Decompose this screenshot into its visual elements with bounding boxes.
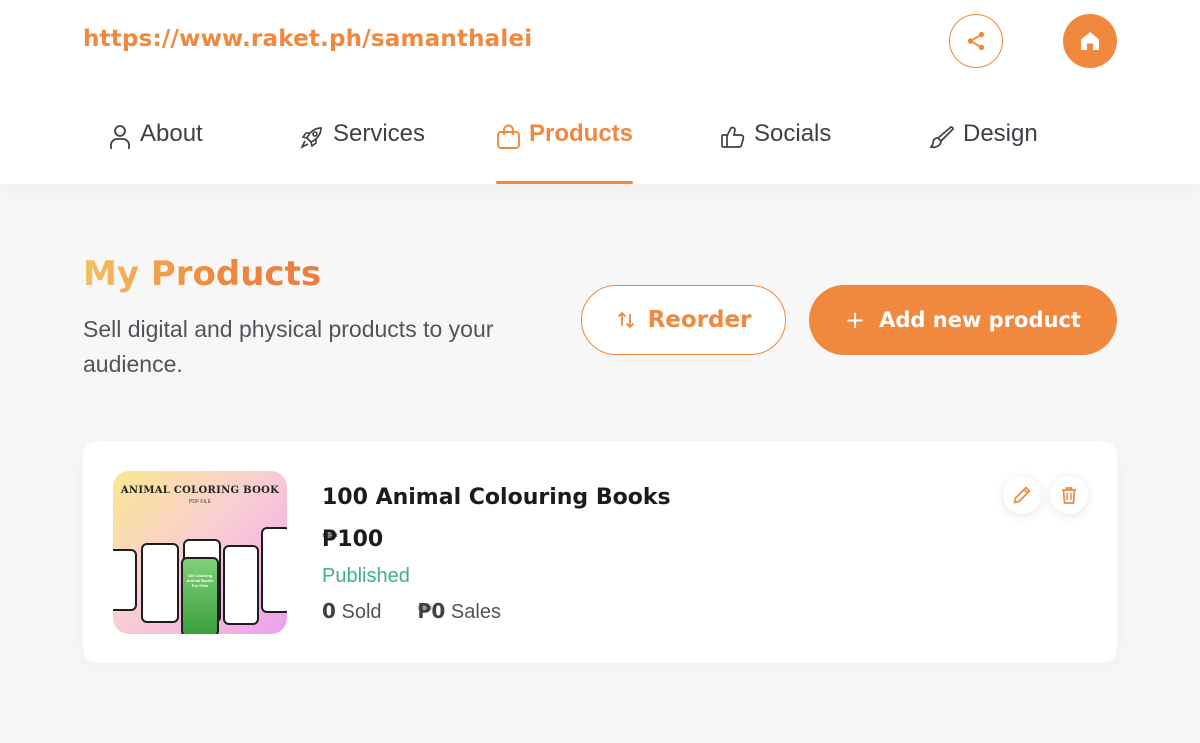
thumbnail-subtitle: PDF FILE: [189, 499, 211, 505]
user-icon: [110, 125, 130, 149]
product-card[interactable]: ANIMAL COLORING BOOK PDF FILE 100 Colori…: [83, 441, 1117, 663]
sold-stat: 0 Sold: [322, 599, 382, 624]
product-status: Published: [322, 565, 410, 587]
home-button[interactable]: [1063, 14, 1117, 68]
pencil-icon: [1013, 486, 1031, 504]
tab-socials[interactable]: Socials: [720, 100, 831, 184]
sales-stat: ₱0 Sales: [418, 599, 501, 624]
thumbnail-title: ANIMAL COLORING BOOK: [120, 485, 280, 496]
tab-design-label: Design: [963, 120, 1038, 147]
phone-cover-text: 100 Coloring Animal Books For Kids: [186, 573, 214, 588]
edit-product-button[interactable]: [1003, 476, 1041, 514]
phone-mockup: 100 Coloring Animal Books For Kids: [181, 557, 219, 634]
tab-products-label: Products: [529, 120, 634, 147]
product-name[interactable]: 100 Animal Colouring Books: [322, 485, 671, 510]
tab-about-label: About: [140, 120, 203, 147]
sales-amount: ₱0: [417, 599, 446, 623]
phone-mockup: [141, 543, 179, 623]
tab-design[interactable]: Design: [929, 100, 1038, 184]
shopping-bag-icon: [497, 124, 520, 149]
sales-label: Sales: [450, 601, 501, 623]
tab-about[interactable]: About: [108, 100, 203, 184]
plus-icon: +: [845, 306, 866, 334]
tab-products[interactable]: Products: [496, 100, 634, 184]
phone-mockup: [261, 527, 287, 613]
sold-label: Sold: [341, 601, 382, 623]
tab-socials-label: Socials: [754, 120, 832, 147]
product-stats: 0 Sold ₱0 Sales: [322, 599, 501, 624]
reorder-arrows-icon: [617, 311, 634, 329]
phone-mockup: [113, 549, 137, 611]
rocket-icon: [300, 127, 322, 149]
delete-product-button[interactable]: [1050, 476, 1088, 514]
home-icon: [1081, 32, 1099, 50]
nav-tabs: About Services Products Socials Design: [0, 100, 1200, 184]
phone-mockup: [223, 545, 259, 625]
tab-services[interactable]: Services: [299, 100, 425, 184]
reorder-label: Reorder: [647, 307, 752, 333]
top-header: https://www.raket.ph/samanthalei About S…: [0, 0, 1200, 184]
add-new-product-button[interactable]: + Add new product: [809, 285, 1117, 355]
add-new-product-label: Add new product: [879, 308, 1081, 332]
profile-url[interactable]: https://www.raket.ph/samanthalei: [83, 26, 532, 52]
product-price: ₱100: [322, 527, 384, 552]
share-icon: [967, 31, 985, 51]
trash-icon: [1062, 487, 1076, 504]
product-thumbnail[interactable]: ANIMAL COLORING BOOK PDF FILE 100 Colori…: [113, 471, 287, 634]
tab-services-label: Services: [333, 120, 426, 147]
reorder-button[interactable]: Reorder: [581, 285, 786, 355]
page-title: My Products: [83, 254, 322, 294]
sold-count: 0: [322, 599, 336, 623]
brush-icon: [929, 126, 954, 149]
page-description: Sell digital and physical products to yo…: [83, 316, 494, 377]
thumbs-up-icon: [721, 126, 745, 148]
share-button[interactable]: [949, 14, 1003, 68]
